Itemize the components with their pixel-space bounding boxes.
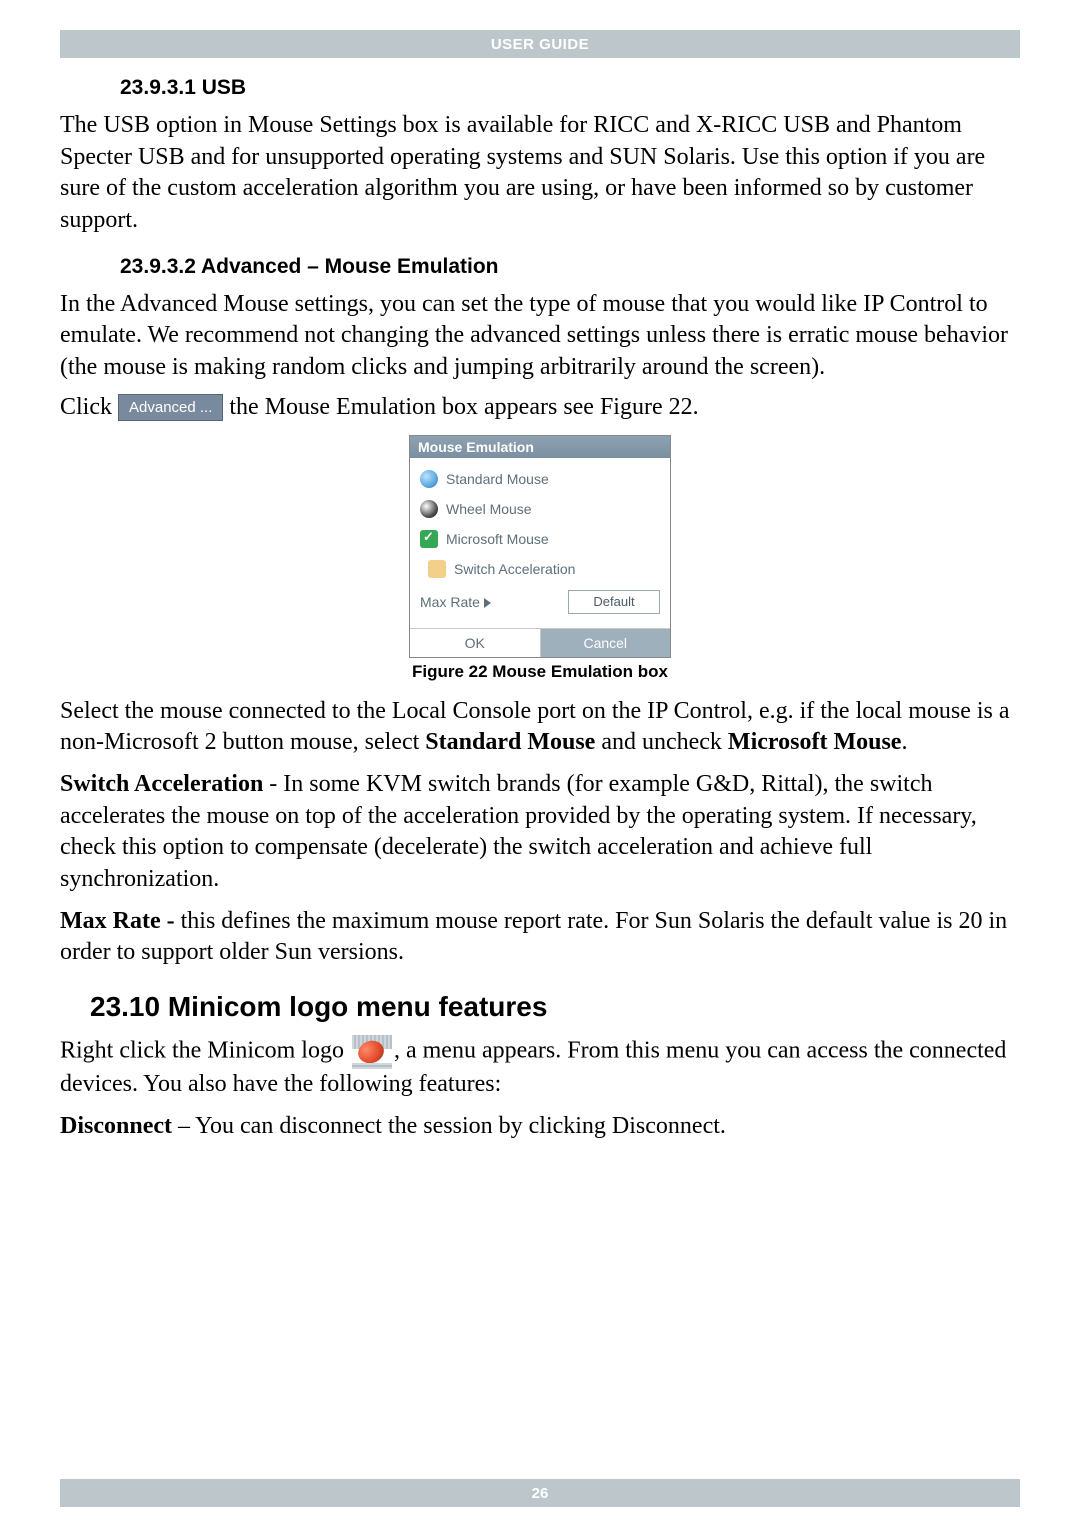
option-microsoft-mouse[interactable]: Microsoft Mouse	[418, 524, 662, 554]
switch-acceleration-icon	[428, 560, 446, 578]
mouse-emulation-dialog: Mouse Emulation Standard Mouse Wheel Mou…	[409, 435, 671, 658]
microsoft-mouse-icon	[420, 530, 438, 548]
paragraph-max-rate: Max Rate - this defines the maximum mous…	[60, 906, 1020, 969]
triangle-icon	[484, 598, 491, 608]
option-standard-label: Standard Mouse	[446, 471, 549, 487]
dialog-title: Mouse Emulation	[410, 436, 670, 458]
mouse-emulation-figure: Mouse Emulation Standard Mouse Wheel Mou…	[60, 435, 1020, 658]
minicom-logo-icon[interactable]	[352, 1035, 392, 1069]
max-rate-value[interactable]: Default	[568, 590, 660, 614]
header-title: USER GUIDE	[491, 36, 589, 53]
max-rate-label: Max Rate	[420, 594, 491, 610]
wheel-mouse-icon	[420, 500, 438, 518]
option-standard-mouse[interactable]: Standard Mouse	[418, 464, 662, 494]
option-wheel-label: Wheel Mouse	[446, 501, 532, 517]
heading-advanced: 23.9.3.2 Advanced – Mouse Emulation	[120, 255, 1020, 279]
max-rate-row: Max Rate Default	[418, 584, 662, 624]
paragraph-advanced: In the Advanced Mouse settings, you can …	[60, 289, 1020, 384]
ok-button[interactable]: OK	[410, 629, 541, 657]
option-switch-acceleration[interactable]: Switch Acceleration	[418, 554, 662, 584]
paragraph-logo-instruction: Right click the Minicom logo , a menu ap…	[60, 1035, 1020, 1101]
header-bar: USER GUIDE	[60, 30, 1020, 58]
figure-caption: Figure 22 Mouse Emulation box	[60, 662, 1020, 682]
advanced-button[interactable]: Advanced ...	[118, 394, 223, 421]
heading-minicom-logo: 23.10 Minicom logo menu features	[90, 991, 1020, 1023]
option-wheel-mouse[interactable]: Wheel Mouse	[418, 494, 662, 524]
footer-bar: 26	[60, 1479, 1020, 1507]
standard-mouse-icon	[420, 470, 438, 488]
paragraph-disconnect: Disconnect – You can disconnect the sess…	[60, 1111, 1020, 1143]
click-instruction: Click Advanced ... the Mouse Emulation b…	[60, 394, 1020, 421]
cancel-button[interactable]: Cancel	[541, 629, 671, 657]
click-text-after: the Mouse Emulation box appears see Figu…	[229, 394, 698, 421]
paragraph-usb: The USB option in Mouse Settings box is …	[60, 110, 1020, 237]
option-ms-label: Microsoft Mouse	[446, 531, 549, 547]
option-switch-label: Switch Acceleration	[454, 561, 575, 577]
paragraph-switch-acceleration: Switch Acceleration - In some KVM switch…	[60, 769, 1020, 896]
page-number: 26	[532, 1485, 549, 1502]
heading-usb: 23.9.3.1 USB	[120, 76, 1020, 100]
click-text-before: Click	[60, 394, 112, 421]
paragraph-select-mouse: Select the mouse connected to the Local …	[60, 696, 1020, 759]
